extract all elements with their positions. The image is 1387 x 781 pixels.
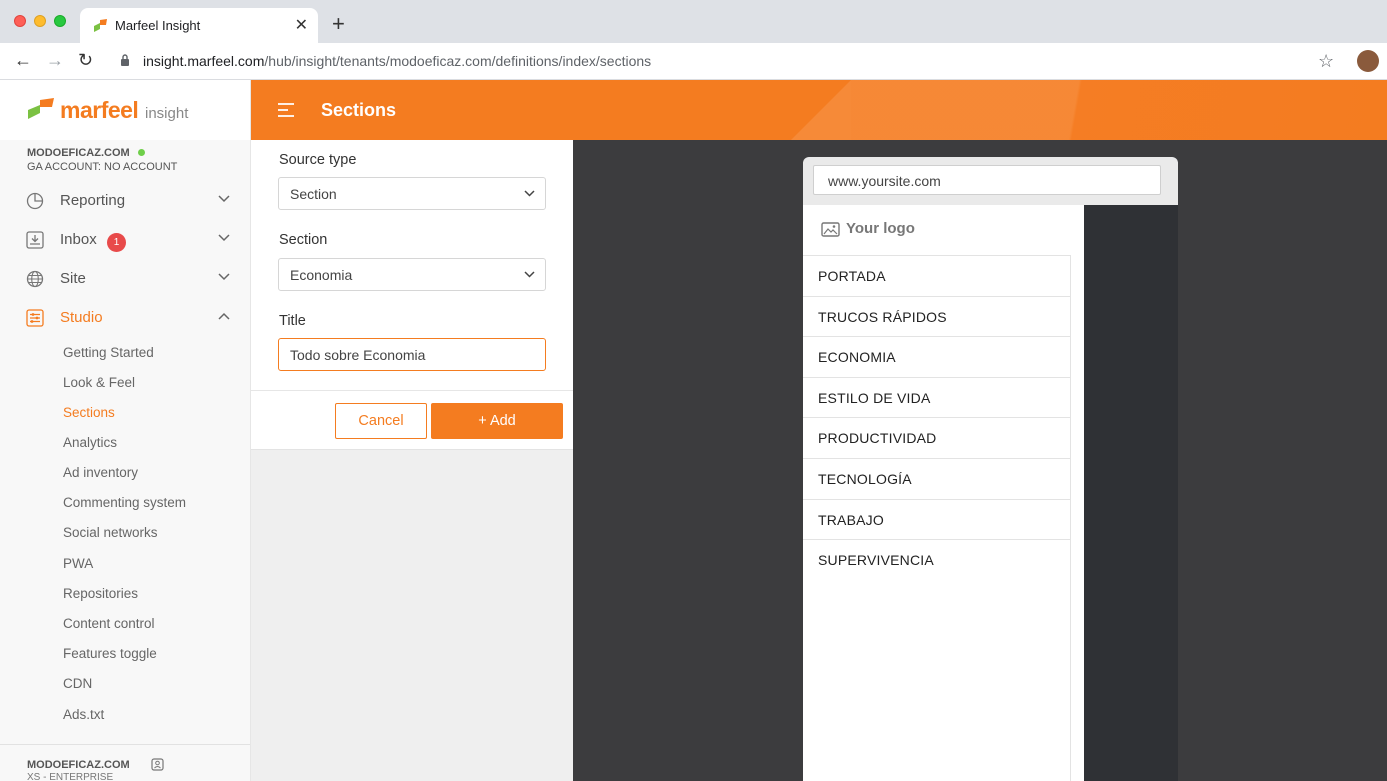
section-form: Source type Section Section Economia Tit…: [251, 140, 573, 450]
source-type-label: Source type: [279, 152, 357, 168]
section-value: Economia: [290, 267, 353, 283]
studio-item-ads-txt[interactable]: Ads.txt: [63, 707, 104, 722]
preview-menu-drawer: Your logo PORTADA TRUCOS RÁPIDOS ECONOMI…: [803, 205, 1084, 781]
lock-icon: [121, 54, 129, 66]
close-window-button[interactable]: [14, 15, 26, 27]
studio-item-content-control[interactable]: Content control: [63, 616, 155, 631]
studio-item-repositories[interactable]: Repositories: [63, 586, 138, 601]
reload-icon[interactable]: ↻: [78, 50, 93, 70]
marfeel-favicon-icon: [94, 19, 107, 32]
title-label: Title: [279, 313, 306, 329]
chevron-down-icon: [218, 234, 230, 242]
brand-name: marfeel: [60, 97, 139, 123]
tab-close-icon[interactable]: ✕: [295, 15, 308, 35]
preview-menu-item[interactable]: PORTADA: [803, 256, 1070, 297]
maximize-window-button[interactable]: [54, 15, 66, 27]
preview-url: www.yoursite.com: [828, 173, 941, 189]
nav-label: Inbox: [60, 231, 97, 248]
footer-plan: XS - ENTERPRISE: [27, 772, 114, 781]
sidebar-divider: [0, 744, 250, 745]
nav-label: Reporting: [60, 192, 126, 209]
studio-item-features-toggle[interactable]: Features toggle: [63, 646, 157, 661]
account-name: MODOEFICAZ.COM: [27, 147, 145, 159]
device-frame: www.yoursite.com Your logo PORTADA TRUCO…: [803, 157, 1178, 781]
preview-url-field: www.yoursite.com: [813, 165, 1161, 195]
bookmark-star-icon[interactable]: ☆: [1318, 51, 1334, 72]
preview-menu-item[interactable]: SUPERVIVENCIA: [803, 540, 1070, 581]
source-type-value: Section: [290, 186, 337, 202]
inbox-count-badge: 1: [107, 233, 126, 252]
preview-scrollbar: [1070, 255, 1071, 781]
nav-site[interactable]: Site: [0, 260, 250, 296]
preview-menu-item[interactable]: TECNOLOGÍA: [803, 459, 1070, 500]
brand-logo[interactable]: marfeel insight: [0, 80, 250, 140]
sidebar: marfeel insight MODOEFICAZ.COM GA ACCOUN…: [0, 80, 251, 781]
header-decoration: [851, 80, 1387, 140]
preview-menu-list: PORTADA TRUCOS RÁPIDOS ECONOMIA ESTILO D…: [803, 255, 1070, 581]
device-address-bar: www.yoursite.com: [803, 157, 1178, 205]
nav-studio[interactable]: Studio: [0, 299, 250, 335]
tab-title: Marfeel Insight: [115, 18, 201, 33]
browser-tab-bar: Marfeel Insight ✕ +: [0, 0, 1387, 43]
page-title: Sections: [321, 100, 397, 120]
preview-menu-item[interactable]: TRABAJO: [803, 500, 1070, 541]
studio-item-social-networks[interactable]: Social networks: [63, 525, 158, 540]
ga-account: GA ACCOUNT: NO ACCOUNT: [27, 161, 178, 173]
back-icon[interactable]: ←: [14, 50, 32, 70]
browser-toolbar: ← → ↻ insight.marfeel.com/hub/insight/te…: [0, 43, 1387, 80]
nav-reporting[interactable]: Reporting: [0, 182, 250, 218]
studio-item-look-and-feel[interactable]: Look & Feel: [63, 375, 135, 390]
new-tab-icon[interactable]: +: [332, 13, 345, 35]
preview-logo-text: Your logo: [846, 220, 915, 237]
cancel-button[interactable]: Cancel: [335, 403, 427, 439]
chevron-up-icon: [218, 312, 230, 320]
page-header: Sections: [251, 80, 1387, 140]
chevron-down-icon: [218, 195, 230, 203]
section-label: Section: [279, 232, 328, 248]
brand-product: insight: [145, 105, 189, 122]
mobile-preview: www.yoursite.com Your logo PORTADA TRUCO…: [573, 140, 1387, 781]
studio-item-sections[interactable]: Sections: [63, 405, 115, 420]
chevron-down-icon: [218, 273, 230, 281]
studio-sliders-icon: [26, 309, 44, 327]
chevron-down-icon: [524, 271, 535, 278]
minimize-window-button[interactable]: [34, 15, 46, 27]
image-placeholder-icon: [821, 222, 840, 237]
source-type-select[interactable]: Section: [278, 177, 546, 210]
section-form-panel: Source type Section Section Economia Tit…: [251, 140, 573, 781]
preview-menu-item[interactable]: TRUCOS RÁPIDOS: [803, 297, 1070, 338]
address-bar[interactable]: insight.marfeel.com/hub/insight/tenants/…: [143, 53, 651, 69]
inbox-icon: [26, 231, 44, 249]
pie-chart-icon: [26, 192, 44, 210]
menu-icon[interactable]: [277, 102, 295, 118]
url-host: insight.marfeel.com: [143, 53, 265, 69]
preview-menu-item[interactable]: ESTILO DE VIDA: [803, 378, 1070, 419]
url-path: /hub/insight/tenants/modoeficaz.com/defi…: [264, 53, 652, 69]
online-status-icon: [137, 149, 145, 156]
browser-tab[interactable]: Marfeel Insight ✕: [80, 8, 318, 43]
form-divider: [251, 390, 573, 391]
globe-icon: [26, 270, 44, 288]
studio-item-getting-started[interactable]: Getting Started: [63, 345, 154, 360]
chevron-down-icon: [524, 190, 535, 197]
profile-avatar[interactable]: [1357, 50, 1379, 72]
studio-item-cdn[interactable]: CDN: [63, 676, 92, 691]
account-switch-icon[interactable]: [151, 758, 164, 771]
forward-icon[interactable]: →: [46, 50, 64, 70]
marfeel-logo-icon: [28, 98, 54, 119]
nav-label: Studio: [60, 309, 103, 326]
header-decoration: [791, 80, 851, 140]
studio-item-pwa[interactable]: PWA: [63, 556, 93, 571]
nav-label: Site: [60, 270, 86, 287]
studio-item-analytics[interactable]: Analytics: [63, 435, 117, 450]
title-input[interactable]: [278, 338, 546, 371]
preview-menu-item[interactable]: ECONOMIA: [803, 337, 1070, 378]
studio-item-ad-inventory[interactable]: Ad inventory: [63, 465, 138, 480]
preview-menu-item[interactable]: PRODUCTIVIDAD: [803, 418, 1070, 459]
footer-account-name: MODOEFICAZ.COM: [27, 759, 130, 771]
studio-item-commenting-system[interactable]: Commenting system: [63, 495, 186, 510]
nav-inbox[interactable]: Inbox 1: [0, 221, 250, 257]
add-button[interactable]: + Add: [431, 403, 563, 439]
section-select[interactable]: Economia: [278, 258, 546, 291]
